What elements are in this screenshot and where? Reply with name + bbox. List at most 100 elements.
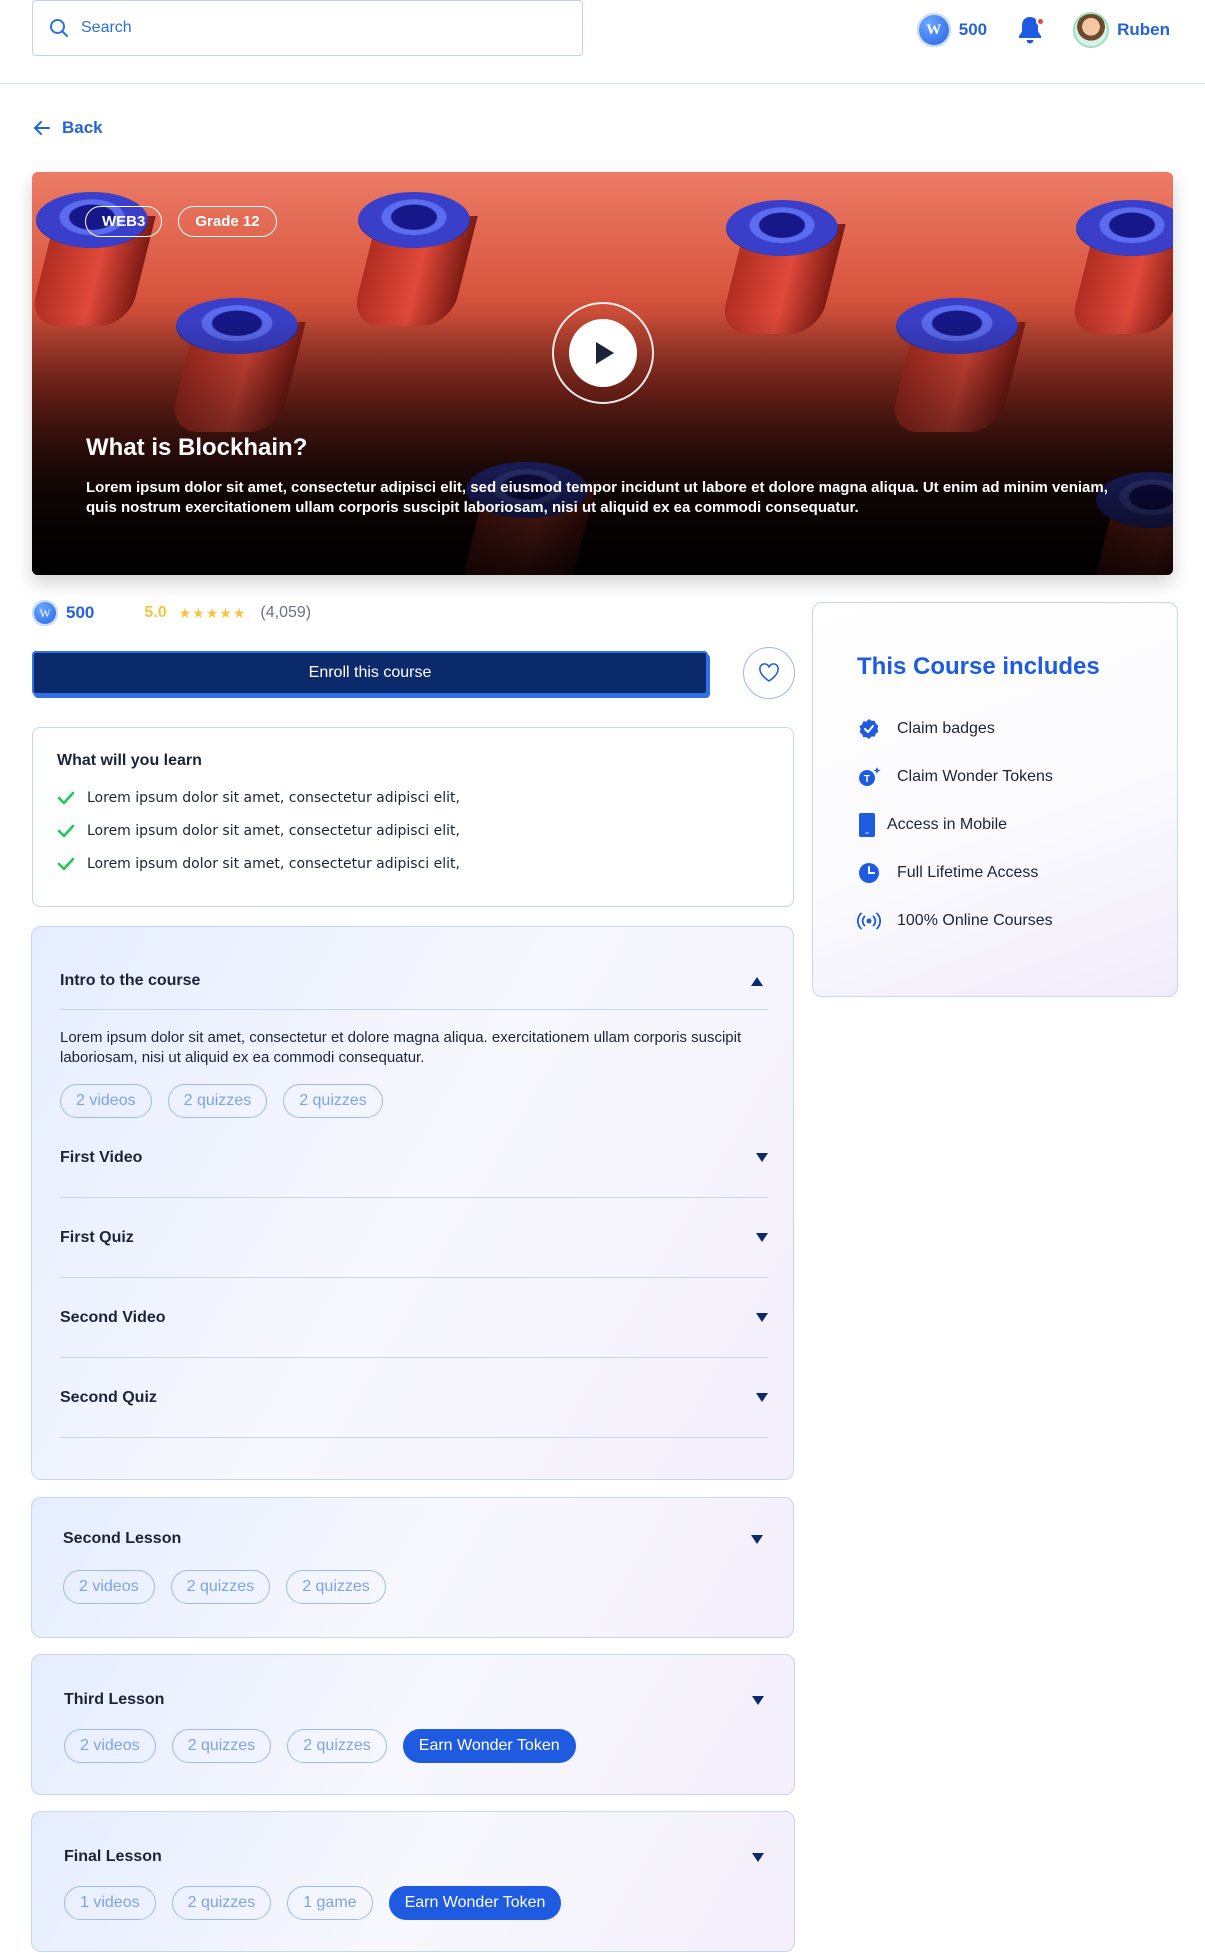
wonder-coin-icon: W (916, 13, 951, 47)
chevron-down-icon[interactable] (752, 1852, 764, 1862)
game-pill[interactable]: 1 game (287, 1886, 373, 1920)
quizzes-pill[interactable]: 2 quizzes (167, 1084, 268, 1118)
learn-item: Lorem ipsum dolor sit amet, consectetur … (57, 823, 769, 839)
lesson-title: Intro to the course (60, 972, 201, 989)
subitem-second-quiz[interactable]: Second Quiz (60, 1358, 768, 1438)
course-meta: W 500 5.0 ★★★★★ (4,059) (32, 600, 311, 626)
include-label: Claim badges (897, 720, 995, 737)
learn-item: Lorem ipsum dolor sit amet, consectetur … (57, 790, 769, 806)
learn-item-text: Lorem ipsum dolor sit amet, consectetur … (87, 790, 460, 806)
chevron-down-icon[interactable] (756, 1233, 768, 1242)
lesson-title: Final Lesson (64, 1848, 162, 1865)
search-input[interactable]: Search (32, 0, 583, 56)
mobile-icon (859, 813, 875, 837)
videos-pill[interactable]: 2 videos (64, 1729, 156, 1763)
subitem-first-video[interactable]: First Video (60, 1118, 768, 1198)
include-item: T Claim Wonder Tokens (857, 753, 1177, 801)
lesson-header[interactable]: Intro to the course (60, 971, 763, 991)
quizzes-pill[interactable]: 2 quizzes (170, 1570, 271, 1604)
wonder-coin-icon: W (32, 600, 58, 626)
lesson-pills: 2 videos 2 quizzes 2 quizzes Earn Wonder… (64, 1729, 794, 1763)
lesson-pills: 1 videos 2 quizzes 1 game Earn Wonder To… (64, 1886, 794, 1920)
earn-token-button[interactable]: Earn Wonder Token (402, 1729, 576, 1763)
include-label: Claim Wonder Tokens (897, 768, 1053, 785)
rating-score: 5.0 (144, 604, 167, 621)
includes-title: This Course includes (857, 653, 1100, 680)
user-name: Ruben (1117, 20, 1170, 39)
course-price: 500 (66, 603, 95, 622)
chevron-down-icon[interactable] (756, 1313, 768, 1322)
include-label: Full Lifetime Access (897, 864, 1039, 881)
favorite-button[interactable] (743, 647, 795, 699)
chevron-down-icon[interactable] (756, 1153, 768, 1162)
include-label: Access in Mobile (887, 816, 1008, 833)
subitem-title: Second Video (60, 1308, 166, 1326)
divider (60, 1009, 768, 1010)
quizzes-pill[interactable]: 2 quizzes (171, 1729, 272, 1763)
include-label: 100% Online Courses (897, 912, 1053, 929)
lesson-title: Second Lesson (63, 1530, 182, 1547)
token-balance-value: 500 (958, 20, 988, 39)
course-title: What is Blockhain? (86, 434, 308, 461)
include-item: Full Lifetime Access (857, 849, 1177, 897)
tag-grade[interactable]: Grade 12 (178, 206, 277, 237)
svg-text:T: T (864, 774, 870, 785)
lesson-description: Lorem ipsum dolor sit amet, consectetur … (60, 1029, 742, 1066)
check-icon (57, 857, 75, 871)
broadcast-icon (857, 912, 881, 930)
quizzes-pill[interactable]: 2 quizzes (287, 1729, 387, 1763)
lesson-card-final: Final Lesson 1 videos 2 quizzes 1 game E… (31, 1811, 795, 1952)
enroll-button[interactable]: Enroll this course (32, 651, 708, 695)
avatar (1073, 12, 1110, 48)
notification-dot (1036, 17, 1046, 26)
notification-button[interactable] (1017, 15, 1046, 45)
chevron-up-icon[interactable] (751, 976, 763, 986)
learn-item-text: Lorem ipsum dolor sit amet, consectetur … (87, 823, 460, 839)
quizzes-pill[interactable]: 2 quizzes (286, 1570, 386, 1604)
hero-tags: WEB3 Grade 12 (85, 206, 277, 237)
back-link[interactable]: Back (34, 118, 103, 138)
earn-token-button[interactable]: Earn Wonder Token (388, 1886, 562, 1920)
check-icon (57, 824, 75, 838)
subitem-title: Second Quiz (60, 1388, 157, 1406)
review-count: (4,059) (260, 604, 312, 621)
videos-pill[interactable]: 2 videos (63, 1570, 155, 1604)
chevron-down-icon[interactable] (756, 1393, 768, 1402)
lesson-header[interactable]: Final Lesson (64, 1846, 764, 1868)
learn-section: What will you learn Lorem ipsum dolor si… (32, 727, 794, 907)
subitem-second-video[interactable]: Second Video (60, 1278, 768, 1358)
heart-icon (759, 663, 779, 682)
star-rating-icon: ★★★★★ (178, 604, 247, 621)
videos-pill[interactable]: 1 videos (64, 1886, 156, 1920)
clock-icon (859, 863, 879, 883)
videos-pill[interactable]: 2 videos (60, 1084, 152, 1118)
chevron-down-icon[interactable] (752, 1695, 764, 1705)
play-icon (596, 342, 614, 364)
lesson-title: Third Lesson (64, 1691, 165, 1708)
learn-item: Lorem ipsum dolor sit amet, consectetur … (57, 856, 769, 872)
lesson-subitems: First Video First Quiz Second Video Seco… (32, 1118, 793, 1438)
quizzes-pill[interactable]: 2 quizzes (171, 1886, 272, 1920)
check-icon (57, 791, 75, 805)
tag-web3[interactable]: WEB3 (85, 206, 163, 237)
user-menu[interactable]: Ruben (1073, 12, 1170, 48)
subitem-first-quiz[interactable]: First Quiz (60, 1198, 768, 1278)
subitem-title: First Quiz (60, 1228, 134, 1246)
play-video-button[interactable] (552, 302, 654, 404)
lesson-header[interactable]: Second Lesson (63, 1528, 763, 1550)
back-label: Back (62, 118, 103, 137)
arrow-left-icon (34, 121, 50, 135)
top-bar: Search W 500 Ruben (0, 0, 1205, 84)
course-description: Lorem ipsum dolor sit amet, consectetur … (86, 479, 1108, 516)
chevron-down-icon[interactable] (751, 1534, 763, 1544)
lesson-card-intro: Intro to the course Lorem ipsum dolor si… (31, 926, 794, 1480)
quizzes-pill[interactable]: 2 quizzes (283, 1084, 383, 1118)
lesson-card-third: Third Lesson 2 videos 2 quizzes 2 quizze… (31, 1654, 795, 1795)
learn-title: What will you learn (57, 752, 202, 769)
course-includes: This Course includes Claim badges T Clai… (812, 602, 1178, 997)
course-hero: WEB3 Grade 12 What is Blockhain? Lorem i… (32, 172, 1173, 575)
include-item: 100% Online Courses (857, 897, 1177, 945)
lesson-header[interactable]: Third Lesson (64, 1689, 764, 1711)
token-balance[interactable]: W 500 (916, 13, 988, 47)
token-sparkle-icon: T (859, 767, 881, 786)
